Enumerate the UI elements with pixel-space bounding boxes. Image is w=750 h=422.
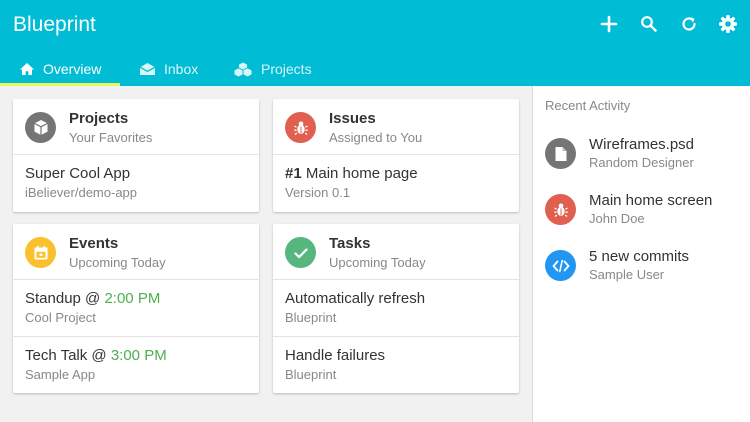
calendar-icon [25, 237, 56, 268]
issues-card: Issues Assigned to You #1 Main home page… [273, 99, 519, 212]
tasks-card: Tasks Upcoming Today Automatically refre… [273, 224, 519, 393]
refresh-icon [682, 17, 696, 31]
app-bar: Blueprint Overview Inbox Projects [0, 0, 750, 86]
activity-title: Main home screen [589, 192, 713, 209]
list-item[interactable]: #1 Main home page Version 0.1 [273, 155, 519, 211]
app-title: Blueprint [13, 13, 96, 36]
check-icon [285, 237, 316, 268]
project-name: Super Cool App [25, 165, 131, 182]
code-icon [545, 250, 576, 281]
issue-version: Version 0.1 [285, 185, 351, 200]
tab-inbox-label: Inbox [164, 61, 199, 77]
card-subtitle: Assigned to You [329, 130, 423, 145]
event-title: Tech Talk @ 3:00 PM [25, 347, 167, 365]
tab-inbox[interactable]: Inbox [139, 52, 198, 86]
tab-bar: Overview Inbox Projects [0, 52, 750, 86]
card-title: Tasks [329, 235, 371, 252]
events-card-header[interactable]: Events Upcoming Today [13, 224, 259, 280]
activity-item[interactable]: Main home screen John Doe [533, 188, 750, 238]
tab-overview[interactable]: Overview [19, 52, 101, 86]
event-name: Tech Talk @ [25, 347, 107, 364]
refresh-button[interactable] [675, 10, 703, 38]
list-item[interactable]: Tech Talk @ 3:00 PM Sample App [13, 336, 259, 392]
task-title: Automatically refresh [285, 290, 426, 307]
add-button[interactable] [595, 10, 623, 38]
issue-title: #1 Main home page [285, 165, 418, 183]
task-title: Handle failures [285, 347, 386, 364]
inbox-icon [139, 62, 156, 76]
active-tab-indicator [0, 83, 120, 86]
activity-item[interactable]: Wireframes.psd Random Designer [533, 132, 750, 182]
card-title: Events [69, 235, 119, 252]
tab-projects-label: Projects [261, 61, 312, 77]
events-card: Events Upcoming Today Standup @ 2:00 PM … [13, 224, 259, 393]
event-time: 3:00 PM [110, 347, 167, 364]
activity-title: Wireframes.psd [589, 136, 695, 153]
event-time: 2:00 PM [104, 290, 161, 307]
card-subtitle: Upcoming Today [329, 255, 426, 270]
issue-number: #1 [285, 165, 302, 182]
activity-user: Random Designer [589, 155, 694, 170]
event-title: Standup @ 2:00 PM [25, 290, 160, 308]
card-title: Projects [69, 110, 129, 127]
list-item[interactable]: Super Cool App iBeliever/demo-app [13, 155, 259, 211]
activity-title: 5 new commits [589, 248, 690, 265]
plus-icon [600, 15, 618, 33]
cubes-icon [233, 61, 253, 77]
file-icon [545, 138, 576, 169]
card-subtitle: Upcoming Today [69, 255, 166, 270]
task-project: Blueprint [285, 367, 337, 382]
bug-icon [545, 194, 576, 225]
event-project: Cool Project [25, 310, 96, 325]
task-project: Blueprint [285, 310, 337, 325]
card-subtitle: Your Favorites [69, 130, 153, 145]
issues-card-header[interactable]: Issues Assigned to You [273, 99, 519, 155]
tab-projects[interactable]: Projects [233, 52, 312, 86]
recent-activity-panel: Recent Activity Wireframes.psd Random De… [532, 86, 750, 422]
home-icon [19, 62, 35, 76]
tasks-card-header[interactable]: Tasks Upcoming Today [273, 224, 519, 280]
gear-icon [719, 15, 737, 33]
search-icon [641, 16, 657, 32]
activity-user: John Doe [589, 211, 645, 226]
activity-user: Sample User [589, 267, 665, 282]
projects-card-header[interactable]: Projects Your Favorites [13, 99, 259, 155]
activity-item[interactable]: 5 new commits Sample User [533, 244, 750, 294]
tab-overview-label: Overview [43, 61, 102, 77]
issue-name: Main home page [305, 165, 418, 182]
recent-activity-heading: Recent Activity [545, 98, 631, 113]
project-repo: iBeliever/demo-app [25, 185, 138, 200]
list-item[interactable]: Handle failures Blueprint [273, 336, 519, 392]
list-item[interactable]: Standup @ 2:00 PM Cool Project [13, 280, 259, 336]
cube-icon [25, 112, 56, 143]
list-item[interactable]: Automatically refresh Blueprint [273, 280, 519, 336]
event-name: Standup @ [25, 290, 101, 307]
event-project: Sample App [25, 367, 96, 382]
settings-button[interactable] [714, 10, 742, 38]
card-title: Issues [329, 110, 376, 127]
projects-card: Projects Your Favorites Super Cool App i… [13, 99, 259, 212]
search-button[interactable] [635, 10, 663, 38]
bug-icon [285, 112, 316, 143]
